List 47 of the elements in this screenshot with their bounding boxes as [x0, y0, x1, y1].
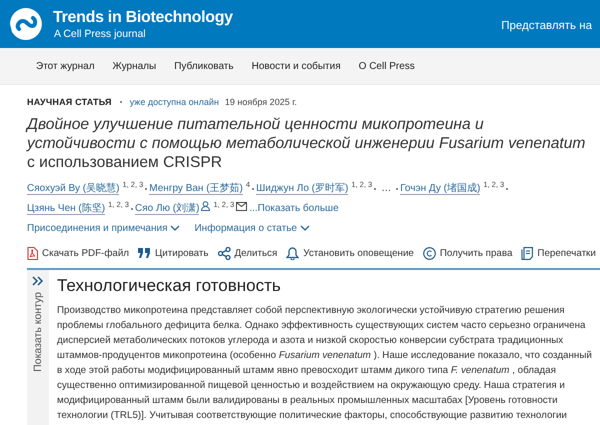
publication-date: 19 ноября 2025 г. [224, 97, 297, 107]
affiliation-numbers[interactable]: 1, 2, 3 [122, 180, 144, 189]
pdf-file-icon [27, 246, 38, 260]
author-link[interactable]: Сяо Лю (刘潇) [134, 203, 200, 216]
double-chevron-icon [32, 276, 44, 286]
affiliation-numbers[interactable]: 1, 2, 3 [108, 200, 129, 209]
show-more-link[interactable]: ...Показать больше [249, 203, 339, 214]
action-link[interactable]: Установить оповещение [286, 246, 414, 260]
article-title: Двойное улучшение питательной ценности микопротеина и устойчивости с помощью метаболической инженерии Fusarium venenatum с использованием CRISPR [27, 115, 586, 172]
author-link[interactable]: Сяохуэй Ву (吴晓慧) [27, 183, 120, 196]
outline-panel[interactable]: Показать контур [27, 270, 49, 425]
action-link[interactable]: Перепечатки [521, 246, 596, 260]
author-link[interactable]: Шиджун Ло (罗时军) [256, 183, 348, 196]
more-authors-ellipsis[interactable]: … [381, 183, 392, 194]
copyright-icon [422, 246, 436, 260]
affiliation-numbers[interactable]: 1, 2, 3 [351, 180, 372, 189]
affiliation-numbers[interactable]: 1, 2, 3 [483, 180, 504, 189]
author-link[interactable]: Менгру Ван (王梦茹) [149, 183, 243, 196]
nav-link[interactable]: Публиковать [174, 60, 234, 72]
article-type: НАУЧНАЯ СТАТЬЯ [27, 97, 112, 107]
affiliation-numbers[interactable]: 4 [246, 180, 250, 189]
section-paragraph: Производство микопротеина представляет собой перспективную экологически устойчивую стратегию решения проблемы глобального дефицита белка. Однако эффективность существующих систем часто серьезно ограничена дисперсией метаболических потоков углерода и азота и низкой скоростью конверсии субстрата традиционных штаммов-продуцентов микопротеина (особенно Fusarium venenatum ). Наше исследование показало, что созданный в ходе этой работы модифицированный штамм явно превосходит штамм дикого типа F. venenatum , обладая существенно оптимизированной пищевой ценностью и воздействием на окружающую среду. Наша стратегия и модифицированный штамм были валидированы в реальных промышленных масштабах [Уровень готовности технологии (TRL5)]. Учитывая соответствующие политические факторы, способствующие развитию технологии [57, 304, 593, 423]
dropdown-toggle[interactable]: Информация о статье [194, 222, 310, 234]
quote-icon [138, 248, 152, 259]
nav-link[interactable]: Новости и события [252, 60, 341, 72]
section-heading: Технологическая готовность [57, 276, 282, 296]
action-link[interactable]: Делиться [218, 246, 278, 260]
nav-link[interactable]: Этот журнал [36, 60, 95, 72]
affiliation-numbers[interactable]: 1, 2, 3 [213, 200, 234, 209]
action-link[interactable]: Получить права [422, 246, 512, 260]
logo-icon[interactable] [9, 7, 43, 41]
action-link[interactable]: Цитировать [138, 248, 209, 259]
email-icon[interactable] [236, 202, 248, 212]
share-icon [218, 246, 231, 260]
outline-label: Показать контур [32, 292, 44, 372]
dropdown-toggle[interactable]: Присоединения и примечания [27, 222, 180, 234]
journal-subtitle: A Cell Press journal [54, 28, 147, 40]
document-icon [521, 246, 534, 260]
availability-link[interactable]: уже доступна онлайн [130, 97, 219, 107]
nav-link[interactable]: Журналы [112, 60, 156, 72]
bell-icon [286, 246, 300, 260]
author-link[interactable]: Цзянь Чен (陈坚) [27, 203, 106, 216]
submit-link[interactable]: Представлять на [501, 16, 600, 32]
nav-link[interactable]: О Cell Press [358, 60, 415, 72]
action-link[interactable]: Скачать PDF-файл [27, 246, 130, 260]
journal-title[interactable]: Trends in Biotechnology [53, 8, 233, 28]
author-link[interactable]: Гочэн Ду (堵国成) [400, 183, 480, 196]
